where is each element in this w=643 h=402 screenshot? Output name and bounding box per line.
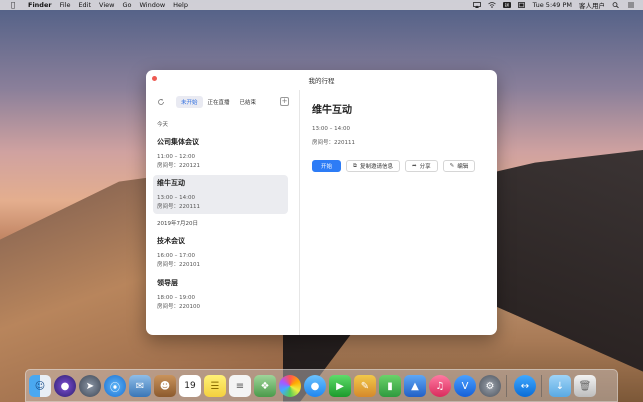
copy-invite-button[interactable]: ⧉ 复制邀请信息 bbox=[346, 160, 400, 172]
meeting-room: 房间号：220100 bbox=[157, 303, 200, 310]
meeting-title: 公司集体会议 bbox=[157, 138, 199, 146]
start-button[interactable]: 开始 bbox=[312, 160, 342, 172]
numbers-icon[interactable]: ▮ bbox=[379, 375, 401, 397]
tab-upcoming[interactable]: 未开始 bbox=[176, 96, 203, 108]
photos-icon[interactable] bbox=[279, 375, 301, 397]
edit-button[interactable]: ✎ 编辑 bbox=[442, 160, 476, 172]
detail-title: 维牛互动 bbox=[312, 105, 352, 116]
contacts-icon[interactable]: ☻ bbox=[154, 375, 176, 397]
tab-row: 未开始 正在直播 已结束 + bbox=[146, 96, 300, 108]
share-button[interactable]: ➦ 分享 bbox=[404, 160, 438, 172]
menu-view[interactable]: View bbox=[99, 1, 114, 9]
downloads-folder-icon[interactable]: ↓ bbox=[549, 375, 571, 397]
launchpad-icon[interactable]: ➤ bbox=[79, 375, 101, 397]
maps-icon[interactable]: ❖ bbox=[254, 375, 276, 397]
siri-icon[interactable]: ● bbox=[54, 375, 76, 397]
detail-room: 房间号：220111 bbox=[312, 140, 355, 146]
system-preferences-icon[interactable]: ⚙ bbox=[479, 375, 501, 397]
section-label-today: 今天 bbox=[157, 122, 169, 128]
meeting-title: 领导层 bbox=[157, 279, 178, 287]
add-meeting-icon[interactable]: + bbox=[280, 97, 289, 106]
meeting-item-selected[interactable]: 维牛互动 13:00 – 14:00 房间号：220111 bbox=[153, 175, 288, 214]
notes-icon[interactable]: ☰ bbox=[204, 375, 226, 397]
window-title: 我的行程 bbox=[308, 77, 335, 85]
messages-icon[interactable]: ● bbox=[304, 375, 326, 397]
meeting-room: 房间号：220101 bbox=[157, 261, 200, 268]
meeting-time: 16:00 – 17:00 bbox=[157, 253, 195, 259]
status-tabs: 未开始 正在直播 已结束 bbox=[176, 96, 261, 108]
teamviewer-icon[interactable]: ↔ bbox=[514, 375, 536, 397]
close-button[interactable] bbox=[152, 76, 157, 81]
dock-separator bbox=[506, 375, 507, 397]
pages-icon[interactable]: ✎ bbox=[354, 375, 376, 397]
notification-center-icon[interactable] bbox=[627, 2, 635, 8]
menu-help[interactable]: Help bbox=[173, 1, 188, 9]
battery-icon[interactable] bbox=[517, 2, 526, 8]
my-schedule-window: 我的行程 未开始 正在直播 已结束 + 今天 公司集体会议 11:00 – 12… bbox=[146, 70, 497, 335]
meeting-item[interactable]: 领导层 18:00 – 19:00 房间号：220100 bbox=[153, 275, 288, 314]
mail-icon[interactable]: ✉ bbox=[129, 375, 151, 397]
menu-user[interactable]: 客人用户 bbox=[579, 0, 605, 10]
reminders-icon[interactable]: ≡ bbox=[229, 375, 251, 397]
menu-edit[interactable]: Edit bbox=[78, 1, 91, 9]
menu-window[interactable]: Window bbox=[140, 1, 166, 9]
calendar-day: 19 bbox=[184, 381, 196, 391]
dock-separator bbox=[541, 375, 542, 397]
tab-live[interactable]: 正在直播 bbox=[203, 96, 235, 108]
vcloud-app-icon[interactable]: V bbox=[454, 375, 476, 397]
meeting-title: 技术会议 bbox=[157, 237, 185, 245]
detail-actions: 开始 ⧉ 复制邀请信息 ➦ 分享 ✎ 编辑 bbox=[312, 160, 476, 172]
meeting-room: 房间号：220121 bbox=[157, 162, 200, 169]
dock: ☺ ● ➤ ⦿ ✉ ☻ 19 ☰ ≡ ❖ ● ▶ ✎ ▮ ▲ ♫ V ⚙ ↔ ↓… bbox=[25, 369, 618, 402]
menu-go[interactable]: Go bbox=[122, 1, 131, 9]
copy-invite-label: 复制邀请信息 bbox=[359, 164, 393, 170]
section-label-date: 2019年7月20日 bbox=[157, 221, 198, 227]
meeting-item[interactable]: 技术会议 16:00 – 17:00 房间号：220101 bbox=[153, 233, 288, 272]
input-source-icon[interactable]: 拼 bbox=[502, 2, 511, 8]
airplay-icon[interactable] bbox=[472, 2, 481, 8]
meeting-title: 维牛互动 bbox=[157, 179, 185, 187]
wifi-icon[interactable] bbox=[487, 2, 496, 8]
safari-icon[interactable]: ⦿ bbox=[104, 375, 126, 397]
menu-clock[interactable]: Tue 5:49 PM bbox=[533, 1, 572, 9]
finder-icon[interactable]: ☺ bbox=[29, 375, 51, 397]
calendar-icon[interactable]: 19 bbox=[179, 375, 201, 397]
share-label: 分享 bbox=[419, 164, 431, 170]
copy-icon: ⧉ bbox=[353, 162, 357, 169]
apple-icon[interactable]:  bbox=[8, 1, 18, 9]
detail-time: 13:00 – 14:00 bbox=[312, 126, 350, 132]
keynote-icon[interactable]: ▲ bbox=[404, 375, 426, 397]
facetime-icon[interactable]: ▶ bbox=[329, 375, 351, 397]
meeting-list-pane: 未开始 正在直播 已结束 + 今天 公司集体会议 11:00 – 12:00 房… bbox=[146, 90, 300, 335]
music-icon[interactable]: ♫ bbox=[429, 375, 451, 397]
tab-ended[interactable]: 已结束 bbox=[235, 96, 262, 108]
meeting-item[interactable]: 公司集体会议 11:00 – 12:00 房间号：220121 bbox=[153, 134, 288, 173]
svg-text:拼: 拼 bbox=[505, 2, 509, 8]
title-bar: 我的行程 bbox=[146, 70, 497, 90]
share-icon: ➦ bbox=[411, 163, 417, 169]
meeting-time: 13:00 – 14:00 bbox=[157, 195, 195, 201]
edit-label: 编辑 bbox=[457, 164, 469, 170]
edit-icon: ✎ bbox=[449, 163, 455, 169]
menu-file[interactable]: File bbox=[60, 1, 71, 9]
meeting-detail-pane: 维牛互动 13:00 – 14:00 房间号：220111 开始 ⧉ 复制邀请信… bbox=[301, 90, 497, 335]
meeting-room: 房间号：220111 bbox=[157, 203, 200, 210]
spotlight-search-icon[interactable] bbox=[612, 2, 620, 8]
meeting-time: 18:00 – 19:00 bbox=[157, 295, 195, 301]
trash-icon[interactable]: 🗑 bbox=[574, 375, 596, 397]
menu-bar:  Finder File Edit View Go Window Help 拼… bbox=[0, 0, 643, 10]
menu-app-name[interactable]: Finder bbox=[28, 1, 52, 9]
start-button-label: 开始 bbox=[321, 164, 333, 170]
refresh-icon[interactable] bbox=[157, 98, 165, 106]
meeting-time: 11:00 – 12:00 bbox=[157, 154, 195, 160]
